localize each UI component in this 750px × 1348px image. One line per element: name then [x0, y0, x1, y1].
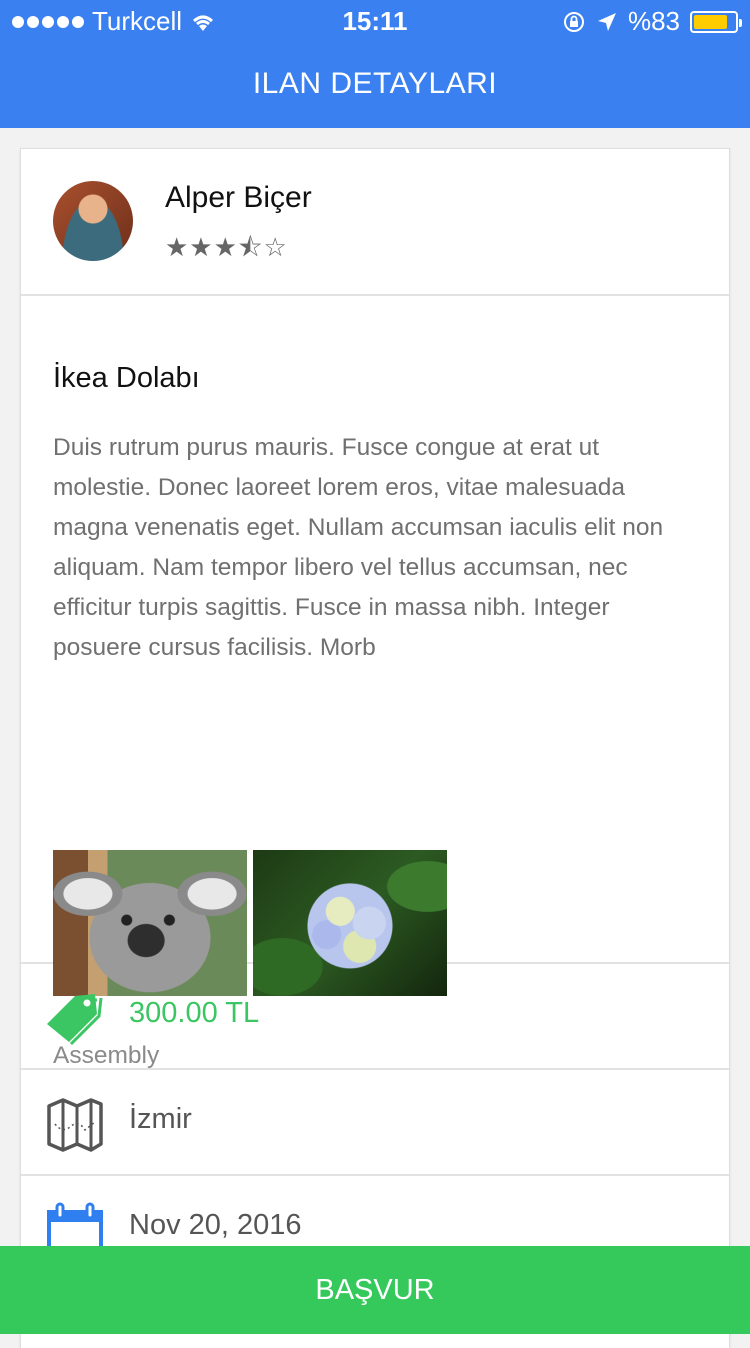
nav-bar: ILAN DETAYLARI	[0, 40, 750, 128]
user-header[interactable]: Alper Biçer ★★★⯪☆	[21, 149, 729, 296]
listing-title: İkea Dolabı	[53, 362, 200, 394]
listing-description: Duis rutrum purus mauris. Fusce congue a…	[53, 434, 664, 661]
battery-level	[694, 14, 728, 29]
battery-icon	[690, 10, 742, 33]
listing-card: Alper Biçer ★★★⯪☆ İkea Dolabı Duis rutru…	[20, 148, 730, 1348]
battery-percent: %83	[627, 6, 680, 36]
rating-stars: ★★★⯪☆	[165, 232, 288, 262]
location-arrow-icon	[597, 12, 616, 31]
status-bar-right: %83	[562, 6, 742, 37]
location-value: İzmir	[129, 1103, 192, 1135]
listing-content: İkea Dolabı Duis rutrum purus mauris. Fu…	[21, 296, 729, 1069]
apply-button[interactable]: BAŞVUR	[0, 1246, 750, 1334]
rotation-lock-icon	[563, 11, 584, 32]
avatar[interactable]	[53, 181, 133, 261]
status-bar: Turkcell 15:11 %83	[0, 0, 750, 40]
date-value: Nov 20, 2016	[129, 1209, 302, 1241]
page-title: ILAN DETAYLARI	[252, 67, 498, 100]
location-row: İzmir	[21, 1070, 729, 1176]
price-row: 300.00 TL	[21, 964, 729, 1070]
price-value: 300.00 TL	[129, 997, 260, 1029]
user-name: Alper Biçer	[165, 181, 312, 214]
price-tag-icon	[47, 994, 103, 1046]
map-icon	[47, 1098, 103, 1152]
